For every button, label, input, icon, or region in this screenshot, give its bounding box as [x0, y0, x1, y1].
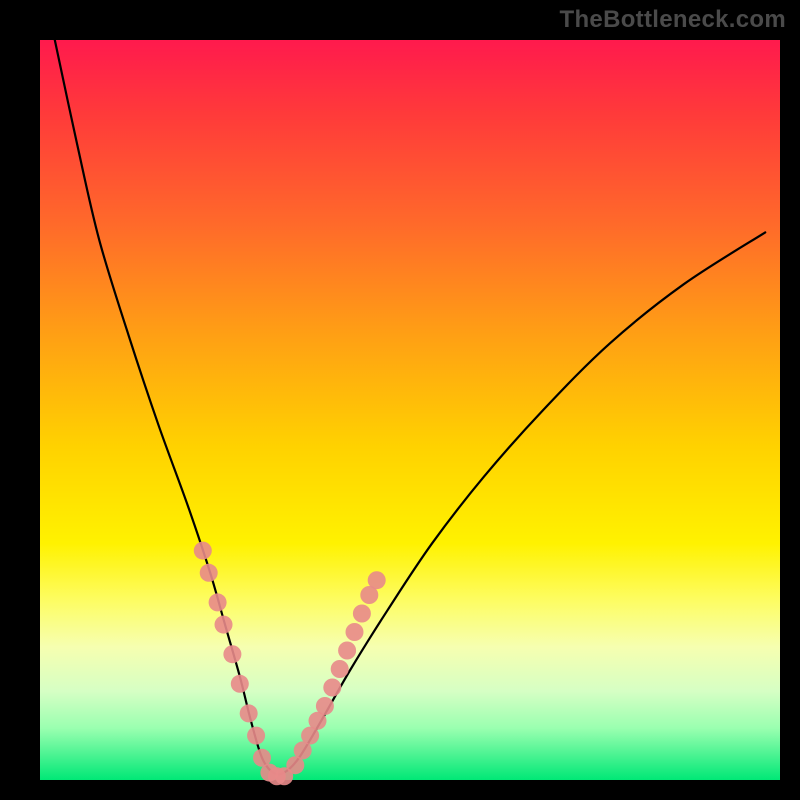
curve-marker — [316, 697, 334, 715]
curve-marker — [368, 571, 386, 589]
marker-cluster-left — [194, 542, 293, 786]
curve-marker — [331, 660, 349, 678]
curve-marker — [231, 675, 249, 693]
marker-cluster-right — [286, 571, 385, 774]
curve-marker — [240, 704, 258, 722]
curve-marker — [194, 542, 212, 560]
curve-marker — [215, 616, 233, 634]
curve-marker — [338, 642, 356, 660]
curve-marker — [200, 564, 218, 582]
curve-marker — [209, 593, 227, 611]
curve-marker — [346, 623, 364, 641]
plot-area — [40, 40, 780, 780]
watermark-text: TheBottleneck.com — [560, 6, 786, 34]
curve-marker — [323, 679, 341, 697]
curve-marker — [353, 605, 371, 623]
bottleneck-curve-path — [55, 40, 765, 774]
chart-frame: TheBottleneck.com — [0, 0, 800, 800]
curve-marker — [223, 645, 241, 663]
curve-layer — [40, 40, 780, 780]
curve-marker — [247, 727, 265, 745]
